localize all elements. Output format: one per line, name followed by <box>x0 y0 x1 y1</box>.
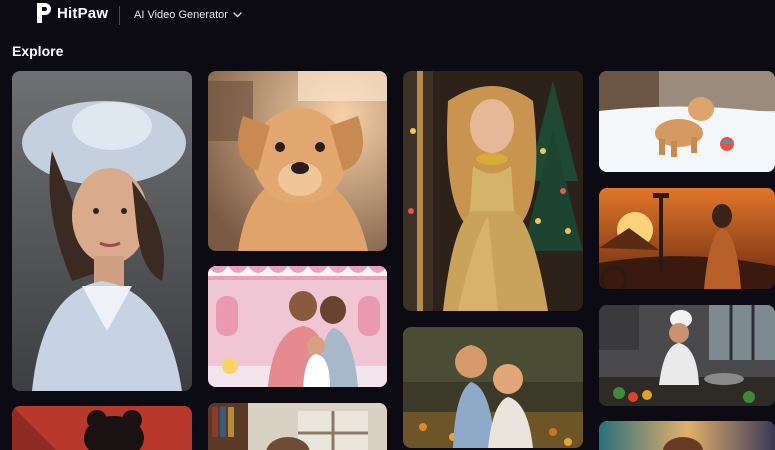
children-leaves-image <box>403 327 583 448</box>
gallery-card-library[interactable] <box>208 403 387 450</box>
water-glow-image <box>599 421 775 450</box>
gallery-card-water-glow[interactable] <box>599 421 775 450</box>
chef-kitchen-image <box>599 305 775 406</box>
dog-image <box>208 71 387 251</box>
family-pink-image <box>208 266 387 387</box>
gallery-card-sunset-queen[interactable] <box>599 188 775 289</box>
gallery-card-woman-hat[interactable] <box>12 71 192 391</box>
gallery-card-puppy-snow[interactable] <box>599 71 775 172</box>
gallery-card-red-portrait[interactable] <box>12 406 192 450</box>
gallery-card-family-pink[interactable] <box>208 266 387 387</box>
explore-grid <box>0 0 775 450</box>
golden-gown-image <box>403 71 583 311</box>
library-image <box>208 403 387 450</box>
gallery-card-chef-kitchen[interactable] <box>599 305 775 406</box>
woman-hat-image <box>12 71 192 391</box>
puppy-snow-image <box>599 71 775 172</box>
sunset-queen-image <box>599 188 775 289</box>
gallery-card-dog[interactable] <box>208 71 387 251</box>
red-portrait-image <box>12 406 192 450</box>
gallery-card-golden-gown[interactable] <box>403 71 583 311</box>
gallery-card-children-leaves[interactable] <box>403 327 583 448</box>
